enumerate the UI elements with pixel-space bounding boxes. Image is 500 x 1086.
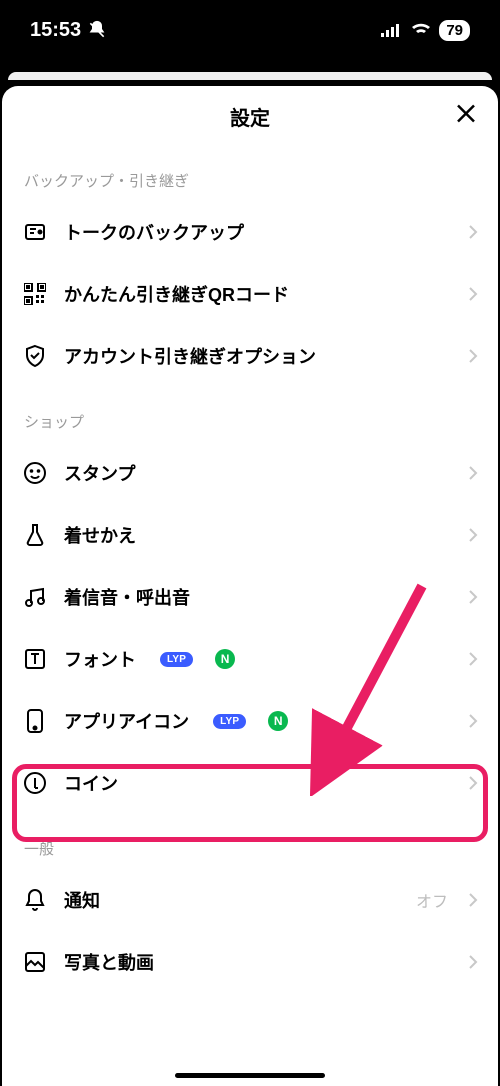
home-indicator[interactable]	[175, 1073, 325, 1078]
chevron-right-icon	[468, 892, 478, 908]
close-icon	[454, 102, 478, 126]
chevron-right-icon	[468, 527, 478, 543]
chevron-right-icon	[468, 589, 478, 605]
item-talk-backup[interactable]: トークのバックアップ	[2, 201, 498, 263]
font-icon	[22, 647, 48, 671]
item-qr-transfer[interactable]: かんたん引き継ぎQRコード	[2, 263, 498, 325]
section-header-backup: バックアップ・引き継ぎ	[2, 146, 498, 201]
lyp-badge: LYP	[160, 652, 193, 667]
chevron-right-icon	[468, 775, 478, 791]
item-font[interactable]: フォント LYP N	[2, 628, 498, 690]
mute-icon	[87, 20, 107, 40]
item-notifications[interactable]: 通知 オフ	[2, 869, 498, 931]
item-stamps[interactable]: スタンプ	[2, 442, 498, 504]
item-label: かんたん引き継ぎQRコード	[64, 281, 289, 307]
item-label: アカウント引き継ぎオプション	[64, 343, 316, 369]
image-icon	[22, 950, 48, 974]
page-title: 設定	[230, 102, 270, 131]
chevron-right-icon	[468, 465, 478, 481]
item-label: 着信音・呼出音	[64, 584, 190, 610]
status-time: 15:53	[30, 19, 81, 42]
sheet-background	[8, 72, 492, 80]
item-label: アプリアイコン	[64, 708, 189, 734]
chat-backup-icon	[22, 220, 48, 244]
item-themes[interactable]: 着せかえ	[2, 504, 498, 566]
flask-icon	[22, 523, 48, 547]
new-badge: N	[268, 711, 288, 731]
close-button[interactable]	[454, 102, 478, 131]
battery-level: 79	[439, 20, 470, 41]
coin-icon	[22, 771, 48, 795]
smile-icon	[22, 461, 48, 485]
item-app-icon[interactable]: アプリアイコン LYP N	[2, 690, 498, 752]
sheet-header: 設定	[2, 86, 498, 146]
lyp-badge: LYP	[213, 714, 246, 729]
item-photos[interactable]: 写真と動画	[2, 931, 498, 993]
chevron-right-icon	[468, 224, 478, 240]
section-header-shop: ショップ	[2, 387, 498, 442]
chevron-right-icon	[468, 954, 478, 970]
chevron-right-icon	[468, 348, 478, 364]
qr-icon	[22, 283, 48, 305]
item-label: スタンプ	[64, 460, 135, 486]
item-label: トークのバックアップ	[64, 219, 244, 245]
item-label: 写真と動画	[64, 949, 154, 975]
chevron-right-icon	[468, 286, 478, 302]
item-account-transfer[interactable]: アカウント引き継ぎオプション	[2, 325, 498, 387]
section-header-general: 一般	[2, 814, 498, 869]
wifi-icon	[411, 23, 431, 37]
status-bar: 15:53 79	[0, 0, 500, 60]
item-label: 着せかえ	[64, 522, 136, 548]
item-label: 通知	[64, 887, 100, 913]
phone-icon	[22, 708, 48, 734]
new-badge: N	[215, 649, 235, 669]
shield-icon	[22, 344, 48, 368]
music-icon	[22, 585, 48, 609]
notification-status: オフ	[416, 888, 448, 912]
item-label: コイン	[64, 770, 118, 796]
status-left: 15:53	[30, 19, 107, 42]
chevron-right-icon	[468, 713, 478, 729]
bell-icon	[22, 888, 48, 912]
cellular-icon	[381, 23, 403, 37]
item-ringtones[interactable]: 着信音・呼出音	[2, 566, 498, 628]
chevron-right-icon	[468, 651, 478, 667]
settings-sheet: 設定 バックアップ・引き継ぎ トークのバックアップ かんたん引き継ぎQRコード …	[2, 86, 498, 1086]
item-label: フォント	[64, 646, 136, 672]
status-right: 79	[381, 20, 470, 41]
item-coins[interactable]: コイン	[2, 752, 498, 814]
